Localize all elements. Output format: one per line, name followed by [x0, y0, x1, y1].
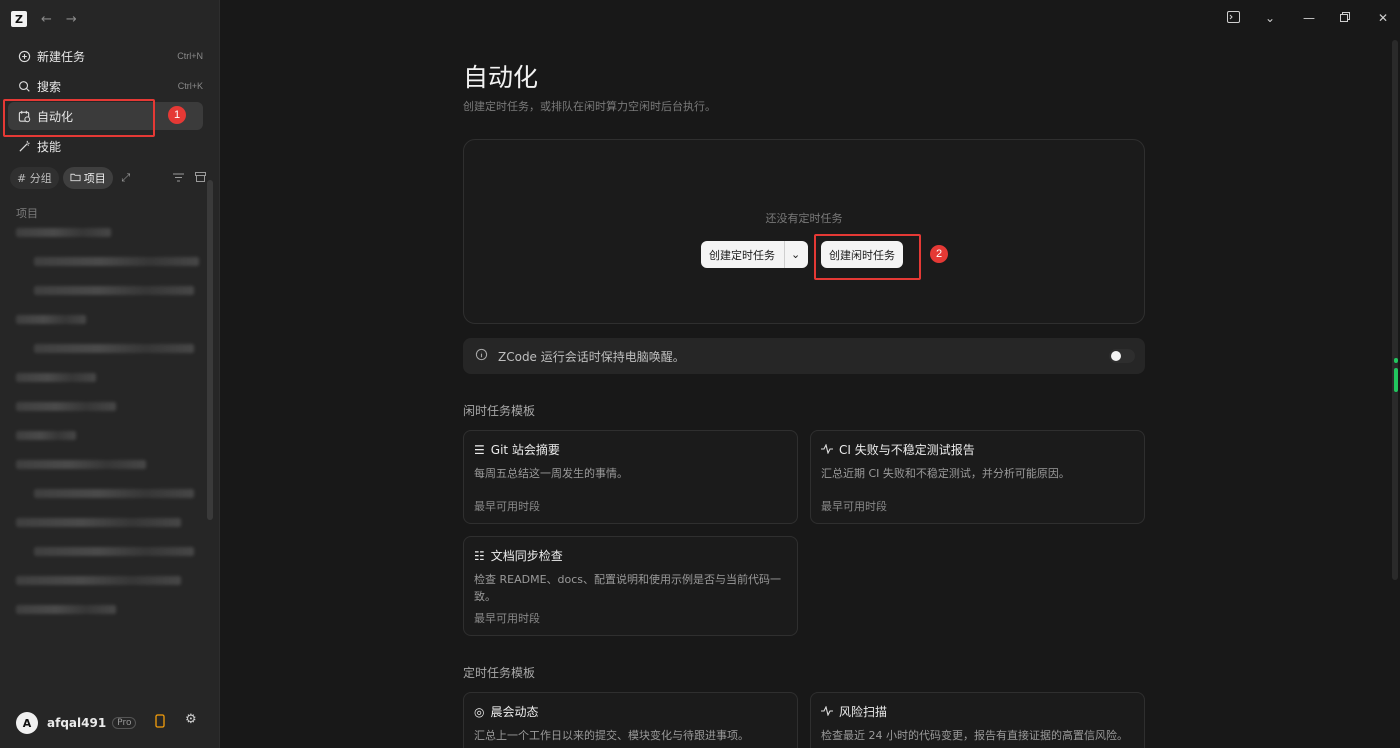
list-item[interactable] — [34, 257, 199, 266]
nav-search[interactable]: 搜索 Ctrl+K — [8, 72, 211, 100]
template-desc: 检查 README、docs、配置说明和使用示例是否与当前代码一致。 — [474, 573, 782, 603]
template-card[interactable]: 风险扫描 检查最近 24 小时的代码变更，报告有直接证据的高置信风险。 — [810, 692, 1145, 748]
list-item[interactable] — [16, 576, 181, 585]
sidebar: Z ← → 新建任务 Ctrl+N 搜索 Ctrl+K 自动化 技能 1 # 分… — [0, 0, 220, 748]
terminal-icon[interactable] — [1227, 11, 1240, 26]
list-item[interactable] — [16, 315, 86, 324]
button-label: 创建定时任务 — [709, 248, 775, 262]
list-item[interactable] — [16, 431, 76, 440]
page-title: 自动化 — [463, 63, 539, 92]
sidebar-scrollbar[interactable] — [207, 180, 213, 520]
minimize-icon[interactable]: — — [1303, 11, 1315, 25]
checklist-icon: ☷ — [474, 548, 485, 563]
restore-icon[interactable] — [1340, 11, 1350, 25]
page-subtitle: 创建定时任务，或排队在闲时算力空闲时后台执行。 — [463, 100, 716, 113]
project-filter-chip[interactable]: 项目 — [62, 167, 113, 189]
list-item[interactable] — [34, 344, 194, 353]
shortcut-hint: Ctrl+K — [177, 81, 203, 91]
wand-icon — [17, 139, 31, 153]
list-item[interactable] — [34, 489, 194, 498]
main-scrollbar[interactable] — [1392, 40, 1398, 580]
button-divider — [784, 241, 785, 268]
info-icon — [475, 348, 488, 364]
annotation-badge-1: 1 — [168, 106, 186, 124]
close-icon[interactable]: ✕ — [1378, 11, 1388, 25]
project-list-redacted — [16, 228, 199, 634]
scheduled-templates-title: 定时任务模板 — [463, 666, 536, 680]
list-item[interactable] — [16, 373, 96, 382]
annotation-box-1 — [3, 99, 155, 137]
keep-awake-toggle[interactable] — [1109, 349, 1135, 363]
list-item[interactable] — [34, 547, 194, 556]
list-item[interactable] — [34, 286, 194, 295]
plus-circle-icon — [17, 49, 31, 63]
user-footer: A afqal491 Pro ⚙ — [0, 698, 220, 748]
template-desc: 汇总上一个工作日以来的提交、模块变化与待跟进事项。 — [474, 729, 749, 742]
username[interactable]: afqal491 — [47, 716, 106, 730]
project-filter-label: 项目 — [83, 172, 106, 185]
template-card[interactable]: CI 失败与不稳定测试报告 汇总近期 CI 失败和不稳定测试，并分析可能原因。 … — [810, 430, 1145, 524]
keep-awake-text: ZCode 运行会话时保持电脑唤醒。 — [498, 349, 685, 364]
list-item[interactable] — [16, 518, 181, 527]
annotation-box-2 — [814, 234, 921, 280]
template-desc: 检查最近 24 小时的代码变更，报告有直接证据的高置信风险。 — [821, 729, 1128, 742]
mobile-icon[interactable] — [155, 714, 165, 732]
template-title: CI 失败与不稳定测试报告 — [839, 443, 975, 457]
project-filter-bar: # 分组 项目 ⤢ — [10, 167, 209, 189]
scroll-marker — [1394, 358, 1398, 363]
nav-label: 技能 — [37, 139, 62, 154]
empty-state-text: 还没有定时任务 — [765, 212, 843, 225]
keep-awake-row: ZCode 运行会话时保持电脑唤醒。 — [463, 338, 1145, 374]
template-title: 风险扫描 — [839, 705, 888, 719]
target-icon: ◎ — [474, 704, 485, 719]
titlebar: Z ← → — [0, 0, 219, 38]
idle-templates-title: 闲时任务模板 — [463, 404, 536, 418]
scroll-marker — [1394, 368, 1398, 392]
nav-new-task[interactable]: 新建任务 Ctrl+N — [8, 42, 211, 70]
app-logo: Z — [11, 11, 27, 27]
activity-icon — [821, 704, 833, 719]
template-title: 晨会动态 — [490, 705, 539, 719]
template-title: 文档同步检查 — [490, 549, 563, 563]
nav-label: 新建任务 — [37, 49, 86, 64]
list-item[interactable] — [16, 460, 146, 469]
filter-icon[interactable] — [169, 172, 187, 185]
list-icon: ☰ — [474, 442, 485, 457]
list-item[interactable] — [16, 402, 116, 411]
annotation-badge-2: 2 — [930, 245, 948, 263]
toggle-knob — [1111, 351, 1121, 361]
search-icon — [17, 79, 31, 93]
template-when: 最早可用时段 — [474, 500, 540, 513]
forward-arrow-icon[interactable]: → — [66, 12, 77, 27]
nav-label: 搜索 — [37, 79, 62, 94]
projects-section-label: 项目 — [16, 207, 38, 220]
folder-icon — [70, 172, 81, 185]
chevron-down-icon[interactable]: ⌄ — [1265, 11, 1275, 25]
template-when: 最早可用时段 — [821, 500, 887, 513]
template-desc: 每周五总结这一周发生的事情。 — [474, 467, 628, 480]
template-title: Git 站会摘要 — [490, 443, 560, 457]
activity-icon — [821, 442, 833, 457]
gear-icon[interactable]: ⚙ — [185, 712, 197, 727]
chevron-down-icon[interactable]: ⌄ — [791, 248, 800, 261]
back-arrow-icon[interactable]: ← — [41, 12, 52, 27]
template-card[interactable]: ☷ 文档同步检查 检查 README、docs、配置说明和使用示例是否与当前代码一… — [463, 536, 798, 636]
template-card[interactable]: ☰ Git 站会摘要 每周五总结这一周发生的事情。 最早可用时段 — [463, 430, 798, 524]
group-filter-chip[interactable]: # 分组 — [10, 167, 59, 189]
template-when: 最早可用时段 — [474, 612, 540, 625]
shortcut-hint: Ctrl+N — [177, 51, 203, 61]
list-item[interactable] — [16, 605, 116, 614]
template-card[interactable]: ◎ 晨会动态 汇总上一个工作日以来的提交、模块变化与待跟进事项。 — [463, 692, 798, 748]
create-scheduled-task-button[interactable]: 创建定时任务 ⌄ — [701, 241, 809, 268]
avatar[interactable]: A — [16, 712, 38, 734]
empty-state-card — [463, 139, 1145, 324]
template-desc: 汇总近期 CI 失败和不稳定测试，并分析可能原因。 — [821, 467, 1070, 480]
list-item[interactable] — [16, 228, 111, 237]
plan-badge: Pro — [112, 717, 137, 729]
expand-icon[interactable]: ⤢ — [117, 171, 135, 185]
